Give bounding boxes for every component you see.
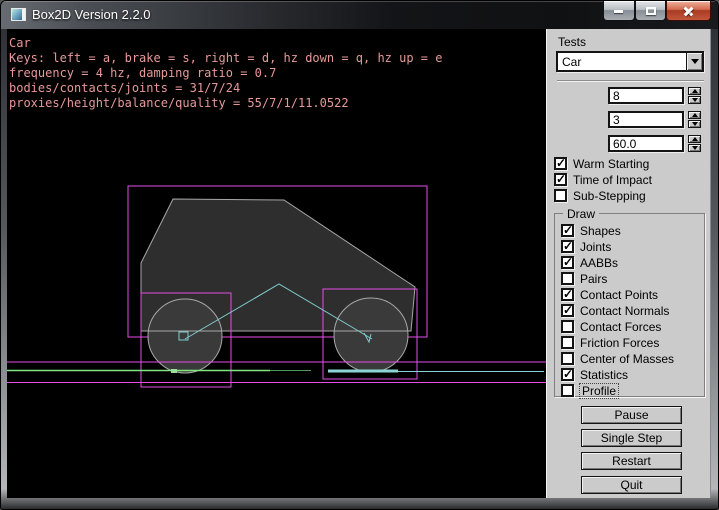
pause-button[interactable]: Pause bbox=[581, 406, 682, 424]
arrow-down-icon bbox=[692, 146, 698, 150]
draw-group: Draw Shapes Joints AABBs Pairs bbox=[554, 213, 705, 397]
contact-forces-checkbox[interactable] bbox=[561, 320, 574, 333]
sub-stepping-checkbox[interactable] bbox=[554, 189, 567, 202]
hertz-label: Hertz bbox=[409, 136, 438, 150]
hertz-stepper bbox=[688, 135, 701, 152]
contact-points-checkbox[interactable] bbox=[561, 288, 574, 301]
simulation-canvas[interactable]: Car Keys: left = a, brake = s, right = d… bbox=[7, 29, 546, 498]
proxies-stats-text: proxies/height/balance/quality = 55/7/1/… bbox=[9, 96, 349, 110]
aabbs-label: AABBs bbox=[580, 256, 618, 270]
single-step-button[interactable]: Single Step bbox=[581, 429, 682, 447]
maximize-button[interactable] bbox=[635, 1, 666, 21]
bodies-stats-text: bodies/contacts/joints = 31/7/24 bbox=[9, 81, 240, 95]
warm-starting-label: Warm Starting bbox=[573, 157, 649, 171]
sub-stepping-label: Sub-Stepping bbox=[573, 189, 646, 203]
arrow-up-icon bbox=[692, 89, 698, 93]
hertz-up-button[interactable] bbox=[688, 135, 701, 143]
contact-point-mark bbox=[171, 369, 177, 373]
joints-label: Joints bbox=[580, 240, 611, 254]
test-title-text: Car bbox=[9, 36, 31, 50]
center-of-masses-checkbox[interactable] bbox=[561, 352, 574, 365]
tests-dropdown-button[interactable] bbox=[686, 53, 702, 70]
statistics-label: Statistics bbox=[580, 368, 628, 382]
separator-line bbox=[557, 80, 704, 82]
shapes-label: Shapes bbox=[580, 224, 621, 238]
title-bar[interactable]: Box2D Version 2.2.0 bbox=[1, 1, 719, 29]
statistics-checkbox[interactable] bbox=[561, 368, 574, 381]
chevron-down-icon bbox=[691, 59, 699, 64]
vel-iters-up-button[interactable] bbox=[688, 87, 701, 95]
joints-checkbox[interactable] bbox=[561, 240, 574, 253]
quit-button[interactable]: Quit bbox=[581, 476, 682, 494]
contact-forces-label: Contact Forces bbox=[580, 320, 661, 334]
debug-draw-scene: Car Keys: left = a, brake = s, right = d… bbox=[7, 29, 546, 498]
window-controls bbox=[603, 1, 711, 21]
pos-iters-up-button[interactable] bbox=[688, 111, 701, 119]
frequency-text: frequency = 4 hz, damping ratio = 0.7 bbox=[9, 66, 276, 80]
control-panel: Tests Car Vel Iters Pos Iters bbox=[546, 29, 711, 498]
time-of-impact-label: Time of Impact bbox=[573, 173, 652, 187]
pairs-checkbox[interactable] bbox=[561, 272, 574, 285]
time-of-impact-checkbox[interactable] bbox=[554, 173, 567, 186]
pos-iters-label: Pos Iters bbox=[391, 112, 438, 126]
warm-starting-checkbox[interactable] bbox=[554, 157, 567, 170]
contact-points-label: Contact Points bbox=[580, 288, 658, 302]
restart-button[interactable]: Restart bbox=[581, 452, 682, 470]
profile-checkbox[interactable] bbox=[561, 384, 574, 397]
keys-help-text: Keys: left = a, brake = s, right = d, hz… bbox=[9, 51, 442, 65]
minimize-icon bbox=[614, 10, 623, 13]
arrow-up-icon bbox=[692, 113, 698, 117]
friction-forces-label: Friction Forces bbox=[580, 336, 659, 350]
tests-dropdown-value: Car bbox=[558, 55, 686, 69]
profile-label: Profile bbox=[580, 384, 618, 398]
pos-iters-input[interactable] bbox=[608, 111, 684, 128]
center-of-masses-label: Center of Masses bbox=[580, 352, 674, 366]
hertz-input[interactable] bbox=[608, 135, 684, 152]
pairs-label: Pairs bbox=[580, 272, 607, 286]
hertz-down-button[interactable] bbox=[688, 144, 701, 152]
aabbs-checkbox[interactable] bbox=[561, 256, 574, 269]
minimize-button[interactable] bbox=[603, 1, 635, 21]
vel-iters-label: Vel Iters bbox=[395, 88, 438, 102]
tests-dropdown[interactable]: Car bbox=[556, 51, 704, 72]
window-title: Box2D Version 2.2.0 bbox=[32, 7, 151, 22]
shapes-checkbox[interactable] bbox=[561, 224, 574, 237]
app-icon bbox=[11, 8, 26, 21]
tests-label: Tests bbox=[558, 35, 586, 49]
pos-iters-stepper bbox=[688, 111, 701, 128]
close-button[interactable] bbox=[666, 1, 711, 21]
contact-normals-label: Contact Normals bbox=[580, 304, 669, 318]
arrow-down-icon bbox=[692, 122, 698, 126]
vel-iters-stepper bbox=[688, 87, 701, 104]
arrow-down-icon bbox=[692, 98, 698, 102]
contact-normals-checkbox[interactable] bbox=[561, 304, 574, 317]
friction-forces-checkbox[interactable] bbox=[561, 336, 574, 349]
maximize-icon bbox=[646, 7, 656, 15]
vel-iters-input[interactable] bbox=[608, 87, 684, 104]
app-window: Box2D Version 2.2.0 Car Keys: left = a, … bbox=[0, 0, 719, 510]
pos-iters-down-button[interactable] bbox=[688, 120, 701, 128]
vel-iters-down-button[interactable] bbox=[688, 96, 701, 104]
overlay-text: Car Keys: left = a, brake = s, right = d… bbox=[9, 36, 442, 110]
draw-group-label: Draw bbox=[563, 207, 599, 221]
arrow-up-icon bbox=[692, 137, 698, 141]
